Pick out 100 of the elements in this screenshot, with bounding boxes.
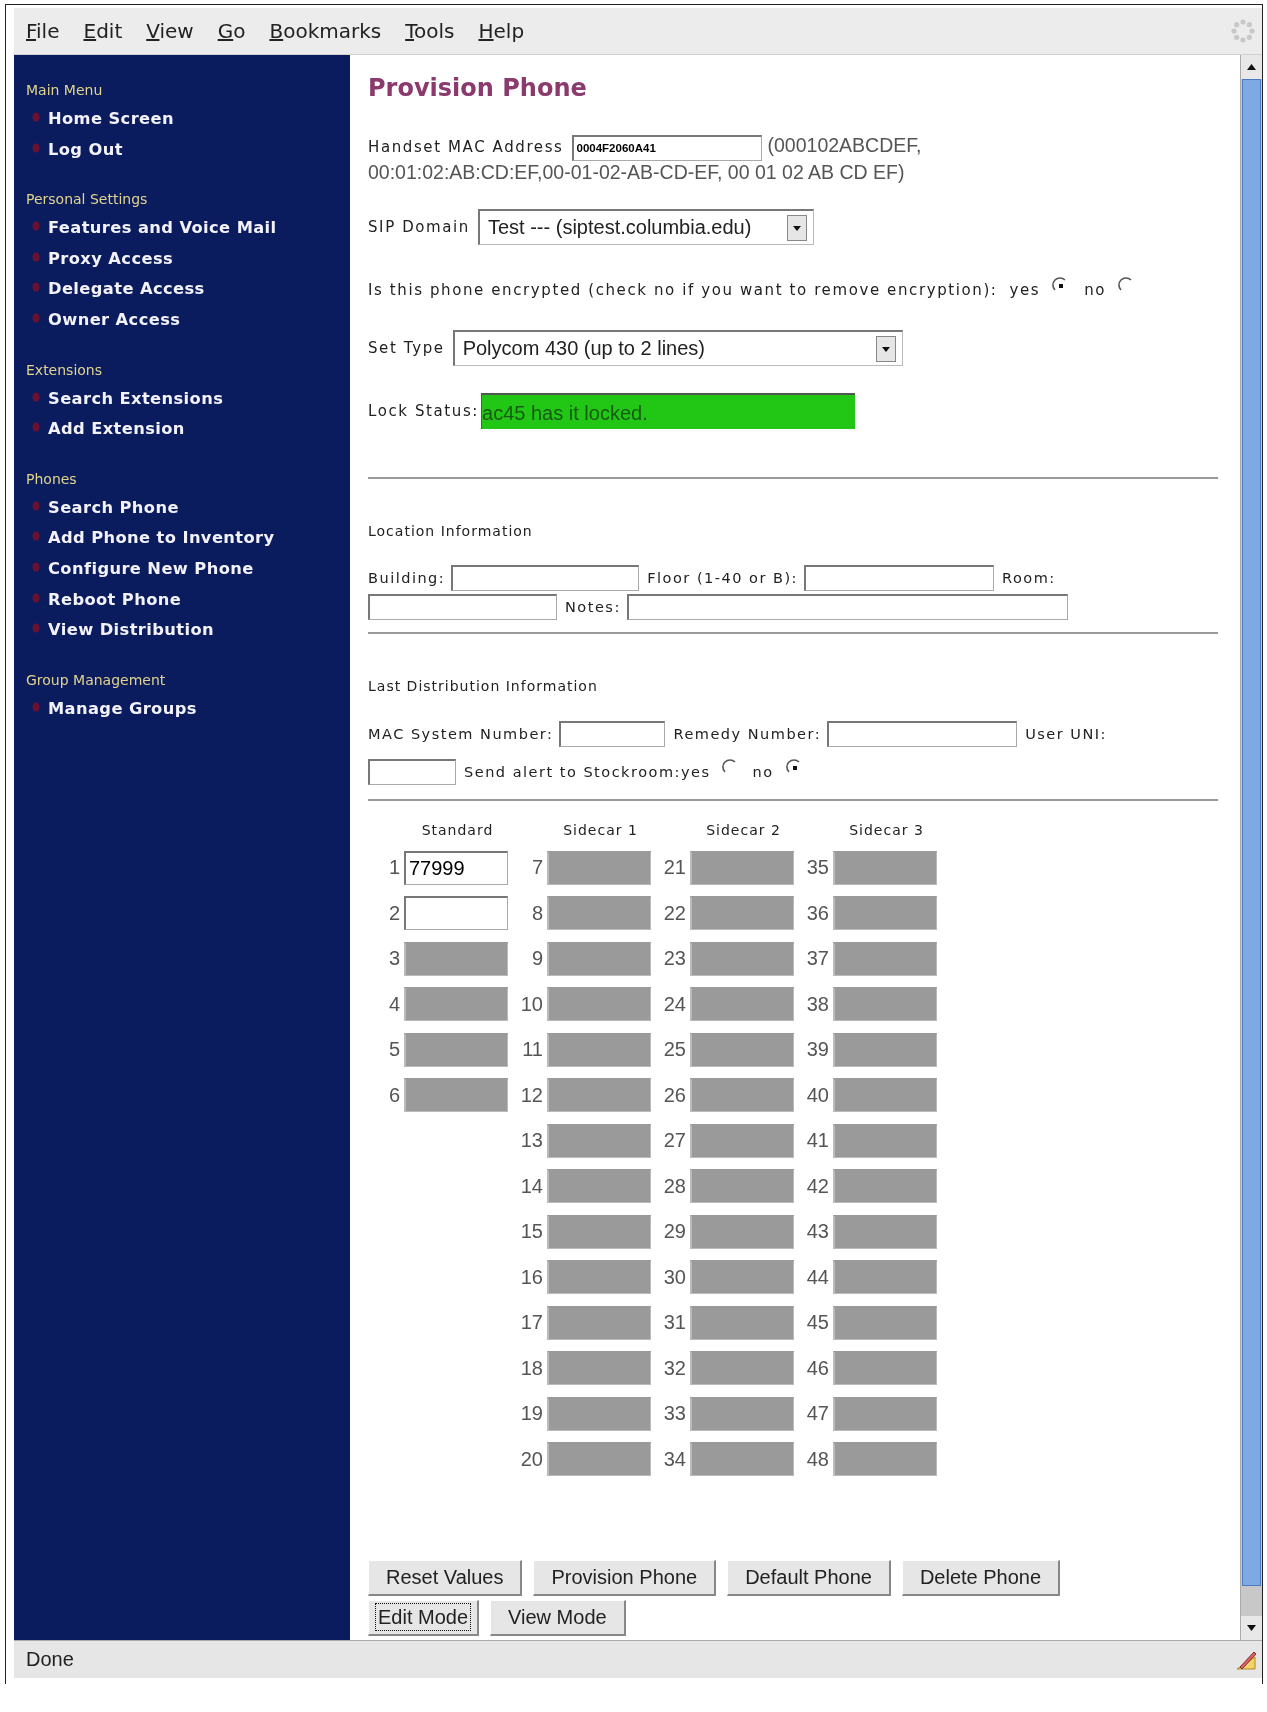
line-number: 31 xyxy=(663,1311,686,1335)
field-label: Handset MAC Address xyxy=(368,138,564,156)
menu-item[interactable]: Bookmarks xyxy=(269,19,382,43)
line-number: 38 xyxy=(806,992,829,1016)
line-number: 37 xyxy=(806,947,829,971)
nav-link[interactable]: Add Extension xyxy=(48,418,185,441)
line-number: 12 xyxy=(520,1083,543,1107)
format-hint: 00:01:02:AB:CD:EF,00-01-02-AB-CD-EF, 00 01 02 AB CD EF) xyxy=(368,161,905,183)
column-heading: Standard xyxy=(421,822,494,838)
nav-link[interactable]: Delegate Access xyxy=(48,278,205,301)
line-number: 27 xyxy=(663,1129,686,1153)
nav-link[interactable]: Search Extensions xyxy=(48,387,224,410)
column-heading: Sidecar 1 xyxy=(563,822,638,838)
nav-link[interactable]: Features and Voice Mail xyxy=(48,217,277,240)
text-field[interactable] xyxy=(626,594,1068,620)
option-label: yes xyxy=(680,764,711,780)
form-button[interactable]: Reset Values xyxy=(368,1560,523,1596)
line-number: 4 xyxy=(388,992,400,1016)
line-number: 35 xyxy=(806,856,829,880)
line-number: 7 xyxy=(531,856,543,880)
line-number: 34 xyxy=(663,1447,686,1471)
nav-link[interactable]: Proxy Access xyxy=(48,247,174,270)
line-number: 13 xyxy=(520,1129,543,1153)
line-number: 22 xyxy=(663,901,686,925)
nav-link[interactable]: Add Phone to Inventory xyxy=(48,527,275,550)
menu-item[interactable]: Edit xyxy=(83,19,123,43)
nav-link[interactable]: Owner Access xyxy=(48,308,181,331)
form-button[interactable]: Edit Mode xyxy=(368,1600,480,1636)
set-type-dropdown[interactable]: Polycom 430 (up to 2 lines) xyxy=(452,330,903,366)
nav-link[interactable]: Configure New Phone xyxy=(48,557,254,580)
nav-link[interactable]: Search Phone xyxy=(48,496,179,519)
field-label: Is this phone encrypted (check no if you want to remove encryption): xyxy=(368,281,998,299)
bullet-icon xyxy=(32,531,40,542)
line-key-field[interactable]: 77999 xyxy=(404,850,508,885)
format-hint: (000102ABCDEF, xyxy=(767,134,922,156)
section-heading: Group Management xyxy=(26,670,167,690)
scrollbar-thumb[interactable] xyxy=(1242,79,1261,1586)
text-field[interactable] xyxy=(827,721,1018,747)
line-number: 5 xyxy=(388,1038,400,1062)
mac-address-field[interactable]: 0004F2060A41 xyxy=(571,134,762,161)
bullet-icon xyxy=(32,701,40,712)
section-heading: Location Information xyxy=(368,522,534,541)
text-field[interactable] xyxy=(804,565,994,591)
section-heading: Main Menu xyxy=(26,81,104,100)
form-button[interactable]: Default Phone xyxy=(727,1560,891,1596)
field-label: Floor (1-40 or B): xyxy=(647,570,798,586)
form-button[interactable]: View Mode xyxy=(490,1600,626,1636)
line-number: 19 xyxy=(520,1402,543,1426)
nav-link[interactable]: Log Out xyxy=(48,138,123,161)
line-number: 16 xyxy=(520,1265,543,1289)
menu-item[interactable]: Go xyxy=(217,19,246,43)
menu-item[interactable]: View xyxy=(146,19,194,43)
line-number: 11 xyxy=(522,1038,543,1062)
line-number: 46 xyxy=(806,1356,829,1380)
bullet-icon xyxy=(32,282,40,293)
page-title: Provision Phone xyxy=(368,74,588,102)
bullet-icon xyxy=(32,312,40,323)
line-number: 25 xyxy=(663,1038,686,1062)
text-field[interactable] xyxy=(559,721,666,747)
form-button[interactable]: Provision Phone xyxy=(533,1560,717,1596)
line-number: 3 xyxy=(388,947,400,971)
status-text: Done xyxy=(26,1648,74,1671)
field-label: SIP Domain xyxy=(368,218,470,236)
field-label: Set Type xyxy=(368,339,445,357)
column-heading: Sidecar 2 xyxy=(706,822,781,838)
line-number: 42 xyxy=(806,1174,829,1198)
field-label: Notes: xyxy=(565,599,621,615)
nav-link[interactable]: Reboot Phone xyxy=(48,588,182,611)
domain-dropdown[interactable]: Test --- (siptest.columbia.edu) xyxy=(477,209,814,245)
nav-link[interactable]: Manage Groups xyxy=(48,697,197,720)
field-label: Send alert to Stockroom: xyxy=(464,764,681,780)
option-label: yes xyxy=(1009,281,1041,299)
bullet-icon xyxy=(32,112,40,122)
nav-link[interactable]: Home Screen xyxy=(48,108,174,130)
line-number: 40 xyxy=(806,1083,829,1107)
text-field[interactable] xyxy=(451,565,640,591)
line-number: 39 xyxy=(806,1038,829,1062)
line-number: 24 xyxy=(663,992,686,1016)
section-heading: Personal Settings xyxy=(26,190,149,210)
bullet-icon xyxy=(32,561,40,572)
line-key-field[interactable] xyxy=(404,896,508,931)
option-label: no xyxy=(752,764,774,780)
bullet-icon xyxy=(32,221,40,232)
field-label: Building: xyxy=(368,570,446,586)
menu-item[interactable]: Help xyxy=(478,19,525,43)
menu-item[interactable]: Tools xyxy=(405,19,455,43)
line-number: 47 xyxy=(806,1402,829,1426)
nav-link[interactable]: View Distribution xyxy=(48,619,214,642)
bullet-icon xyxy=(32,142,40,153)
text-field[interactable] xyxy=(368,594,557,620)
line-number: 28 xyxy=(663,1174,686,1198)
text-field[interactable] xyxy=(368,759,456,785)
line-number: 30 xyxy=(663,1265,686,1289)
line-number: 44 xyxy=(806,1265,829,1289)
section-heading: Last Distribution Information xyxy=(368,677,599,696)
line-number: 23 xyxy=(663,947,686,971)
field-label: Room: xyxy=(1002,570,1056,586)
section-heading: Extensions xyxy=(26,360,104,380)
form-button[interactable]: Delete Phone xyxy=(901,1560,1061,1596)
menu-item[interactable]: File xyxy=(26,19,60,43)
